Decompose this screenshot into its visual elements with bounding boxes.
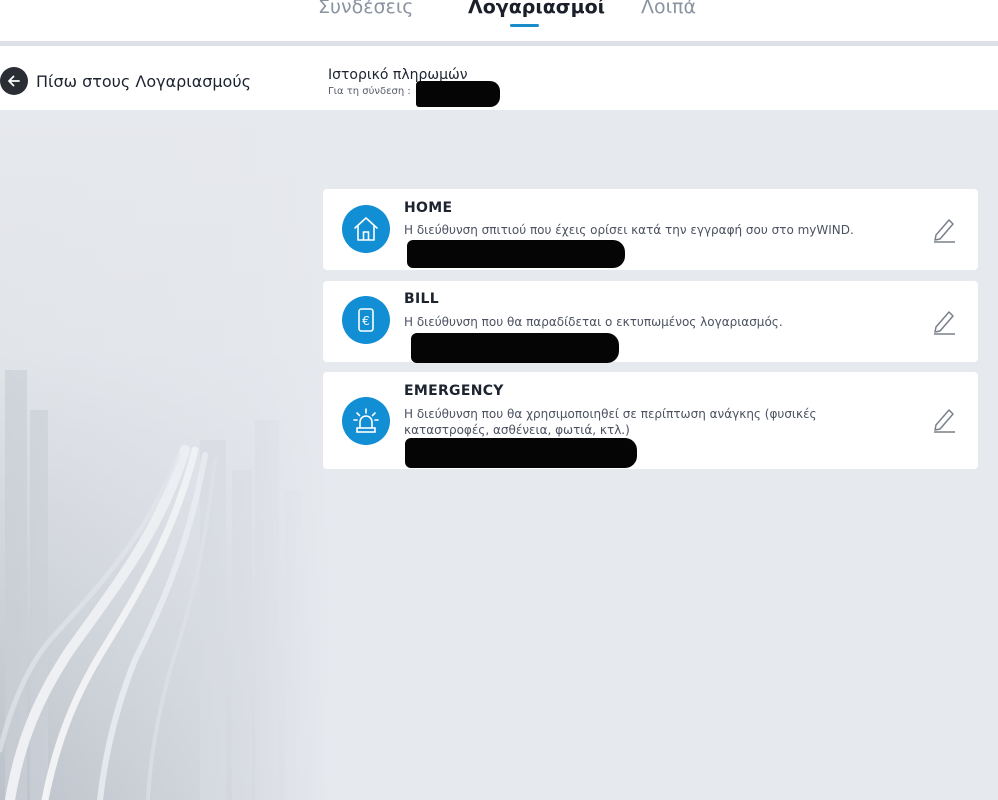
edit-pencil-icon[interactable] [930, 214, 958, 244]
edit-pencil-icon[interactable] [930, 306, 958, 336]
active-tab-indicator [510, 24, 539, 27]
edit-pencil-icon[interactable] [930, 404, 958, 434]
sub-header: Πίσω στους Λογαριασμούς Ιστορικό πληρωμώ… [0, 46, 998, 110]
tab-other[interactable]: Λοιπά [641, 0, 696, 18]
background-city-highway-image [0, 110, 330, 800]
address-card-home: HOME Η διεύθυνση σπιτιού που έχεις ορίσε… [323, 189, 978, 270]
address-card-bill: € BILL Η διεύθυνση που θα παραδίδεται ο … [323, 281, 978, 363]
address-card-emergency: EMERGENCY Η διεύθυνση που θα χρησιμοποιη… [323, 372, 978, 469]
redacted-address [411, 333, 619, 363]
arrow-left-icon [0, 67, 28, 95]
card-title: HOME [404, 200, 453, 216]
card-description: Η διεύθυνση που θα χρησιμοποιηθεί σε περ… [404, 407, 817, 437]
house-icon [342, 205, 390, 253]
back-label: Πίσω στους Λογαριασμούς [36, 71, 251, 91]
connection-subtitle: Για τη σύνδεση : [328, 86, 411, 97]
redacted-address [407, 240, 625, 268]
tab-accounts[interactable]: Λογαριασμοί [468, 0, 605, 18]
card-description: Η διεύθυνση που θα παραδίδεται ο εκτυπωμ… [404, 315, 783, 329]
card-description: Η διεύθυνση σπιτιού που έχεις ορίσει κατ… [404, 223, 854, 237]
card-title: BILL [404, 291, 439, 307]
redacted-connection-number [416, 81, 500, 107]
redacted-address [405, 438, 637, 468]
euro-bill-icon: € [342, 296, 390, 344]
back-to-accounts-button[interactable]: Πίσω στους Λογαριασμούς [0, 67, 251, 95]
svg-text:€: € [362, 314, 370, 328]
top-tab-bar: Συνδέσεις Λογαριασμοί Λοιπά [0, 0, 998, 42]
tab-connections[interactable]: Συνδέσεις [318, 0, 413, 18]
siren-icon [342, 397, 390, 445]
card-title: EMERGENCY [404, 383, 504, 399]
